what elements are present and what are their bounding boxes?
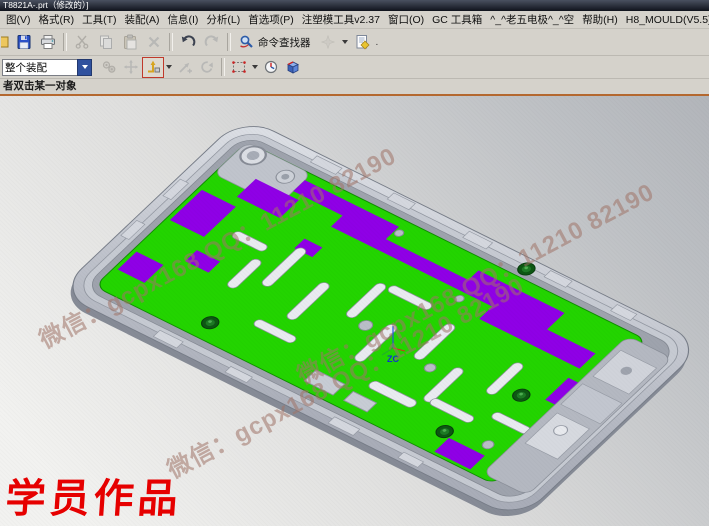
assembly-scope-input[interactable] [2, 59, 77, 76]
command-finder-label: 命令查找器 [258, 35, 311, 50]
paste-button[interactable] [118, 30, 142, 54]
show-hide-box-button[interactable] [282, 57, 304, 78]
add-component-button[interactable] [174, 57, 196, 78]
toolbar-separator [169, 33, 173, 51]
menu-item-6[interactable]: 分析(L) [202, 12, 244, 27]
menu-item-8[interactable]: 注塑模工具v2.37 [298, 12, 384, 27]
select-rectangle-button[interactable] [228, 57, 250, 78]
command-finder-button[interactable]: 命令查找器 [234, 32, 316, 52]
menu-item-10[interactable]: GC 工具箱 [428, 12, 486, 27]
application-window: T8821A-.prt（修改的）] 图(V)格式(R)工具(T)装配(A)信息(… [0, 0, 709, 526]
assembly-scope-combo [2, 59, 92, 76]
move-component-button[interactable] [120, 57, 142, 78]
move-component-dropdown-arrow[interactable] [166, 65, 172, 69]
info-button[interactable] [350, 30, 374, 54]
command-finder-icon [239, 34, 255, 50]
open-icon[interactable] [0, 30, 12, 54]
toolbar-standard: 命令查找器 . [0, 29, 709, 56]
copy-button[interactable] [94, 30, 118, 54]
assembly-scope-dropdown-button[interactable] [77, 59, 92, 76]
menu-item-5[interactable]: 信息(I) [164, 12, 203, 27]
clock-button[interactable] [260, 57, 282, 78]
rotate-component-button[interactable] [196, 57, 218, 78]
toolbar-overflow-dot: . [376, 37, 379, 48]
menu-item-9[interactable]: 窗口(O) [384, 12, 428, 27]
favorites-dropdown-arrow[interactable] [342, 40, 348, 44]
wcs-z-label: ZC [387, 354, 399, 364]
model-phone-midframe[interactable] [52, 116, 707, 526]
student-work-caption: 学员作品 [4, 466, 184, 524]
print-button[interactable] [36, 30, 60, 54]
move-component-active-button[interactable] [142, 57, 164, 78]
menu-item-4[interactable]: 装配(A) [121, 12, 164, 27]
graphics-window[interactable]: ZC 微信：gcpx168 QQ：11210 82190 微信：gcpx168 … [0, 96, 709, 526]
menubar: 图(V)格式(R)工具(T)装配(A)信息(I)分析(L)首选项(P)注塑模工具… [0, 11, 709, 29]
toolbar-separator [227, 33, 231, 51]
redo-button[interactable] [200, 30, 224, 54]
select-rectangle-dropdown-arrow[interactable] [252, 65, 258, 69]
assembly-constraints-button[interactable] [98, 57, 120, 78]
menu-item-11[interactable]: ^_^老五电极^_^空 [486, 12, 578, 27]
menu-item-2[interactable]: 格式(R) [35, 12, 79, 27]
delete-button[interactable] [142, 30, 166, 54]
menu-item-7[interactable]: 首选项(P) [244, 12, 298, 27]
save-button[interactable] [12, 30, 36, 54]
menu-item-12[interactable]: 帮助(H) [578, 12, 622, 27]
undo-button[interactable] [176, 30, 200, 54]
model-canvas[interactable]: ZC [0, 96, 709, 526]
menu-item-3[interactable]: 工具(T) [78, 12, 120, 27]
title-bar: T8821A-.prt（修改的）] [0, 0, 709, 11]
toolbar-assembly [0, 56, 709, 79]
toolbar-separator [221, 58, 225, 76]
favorites-button[interactable] [316, 30, 340, 54]
menu-item-13[interactable]: H8_MOULD(V5.5) [622, 14, 709, 26]
cut-button[interactable] [70, 30, 94, 54]
menu-item-1[interactable]: 图(V) [2, 12, 35, 27]
prompt-bar: 者双击某一对象 [0, 79, 709, 96]
toolbar-separator [63, 33, 67, 51]
